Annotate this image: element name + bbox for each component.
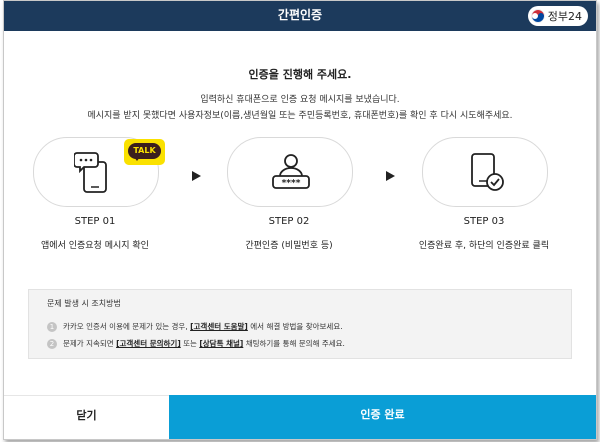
step-02-card: **** <box>227 137 353 207</box>
step-03-label: STEP 03 <box>463 216 505 227</box>
troubleshooting-title: 문제 발생 시 조치방법 <box>47 299 121 308</box>
instruction-title: 인증을 진행해 주세요. <box>248 68 352 81</box>
phone-check-icon <box>471 153 504 191</box>
step-02-caption: 간편인증 (비밀번호 등) <box>245 241 333 251</box>
step-02-label: STEP 02 <box>268 216 310 227</box>
taegeuk-icon <box>531 9 545 23</box>
troubleshooting-item: 2 문제가 지속되면 [고객센터 문의하기] 또는 [상담톡 채널] 채팅하기를… <box>47 338 345 349</box>
auth-dialog: 간편인증 정부24 인증을 진행해 주세요. 입력하신 휴대폰으로 인증 요청 … <box>3 0 597 440</box>
troubleshooting-box: 문제 발생 시 조치방법 1 카카오 인증서 이용에 문제가 있는 경우, [고… <box>28 289 572 359</box>
kakaotalk-bubble-tail <box>134 157 140 161</box>
troubleshooting-item: 1 카카오 인증서 이용에 문제가 있는 경우, [고객센터 도움말] 에서 해… <box>47 321 343 332</box>
auth-complete-button[interactable]: 인증 완료 <box>169 395 596 439</box>
instruction-desc-2: 메시지를 받지 못했다면 사용자정보(이름,생년월일 또는 주민등록번호, 휴대… <box>87 111 513 121</box>
number-badge: 1 <box>47 321 57 332</box>
close-button[interactable]: 닫기 <box>4 395 169 439</box>
dialog-title: 간편인증 <box>277 8 323 22</box>
svg-text:****: **** <box>282 179 301 189</box>
gov24-logo: 정부24 <box>527 6 588 26</box>
user-password-icon: **** <box>272 154 310 189</box>
step-01-label: STEP 01 <box>74 216 116 227</box>
number-badge: 2 <box>47 338 57 349</box>
troubleshooting-text: 에서 해결 방법을 찾아보세요. <box>250 322 343 331</box>
step-03-caption: 인증완료 후, 하단의 인증완료 클릭 <box>418 241 550 251</box>
step-01-caption: 앱에서 인증요청 메시지 확인 <box>41 241 149 251</box>
step-arrow-2 <box>386 171 395 181</box>
troubleshooting-text: 카카오 인증서 이용에 문제가 있는 경우, <box>63 322 188 331</box>
troubleshooting-text: 문제가 지속되면 <box>63 339 114 348</box>
header-bar: 간편인증 정부24 <box>4 1 596 31</box>
step-03-card <box>422 137 548 207</box>
contact-center-link[interactable]: [고객센터 문의하기] <box>116 338 181 349</box>
help-center-link[interactable]: [고객센터 도움말] <box>190 321 248 332</box>
chat-channel-link[interactable]: [상담톡 채널] <box>199 338 243 349</box>
step-arrow-1 <box>192 171 201 181</box>
kakaotalk-bubble: TALK <box>128 143 161 159</box>
kakaotalk-badge: TALK <box>124 139 165 165</box>
phone-message-icon <box>74 152 107 193</box>
troubleshooting-text: 채팅하기를 통해 문의해 주세요. <box>245 339 345 348</box>
gov24-logo-text: 정부24 <box>547 10 582 23</box>
instruction-desc-1: 입력하신 휴대폰으로 인증 요청 메시지를 보냈습니다. <box>200 95 400 105</box>
troubleshooting-text: 또는 <box>183 339 197 348</box>
